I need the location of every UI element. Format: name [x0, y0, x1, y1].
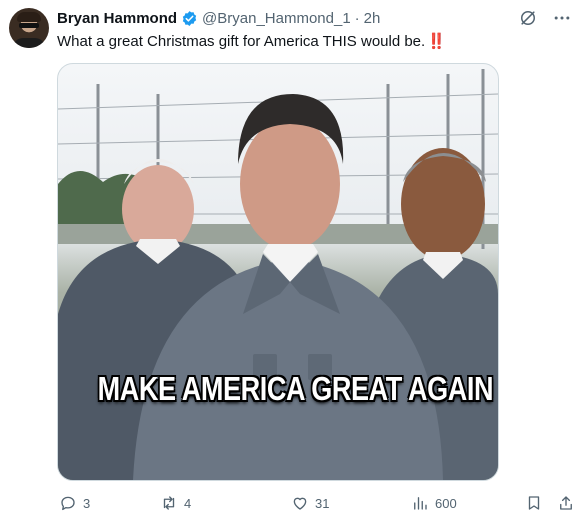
bookmark-icon — [528, 496, 540, 510]
views-button[interactable]: 600 — [411, 494, 457, 512]
tweet-image[interactable]: MAKE AMERICA GREAT AGAIN — [57, 63, 499, 481]
share-button[interactable] — [557, 494, 575, 512]
tweet-header: Bryan Hammond @Bryan_Hammond_1 · 2h — [57, 8, 380, 28]
bookmark-button[interactable] — [525, 494, 543, 512]
retweet-icon — [163, 496, 175, 510]
tweet-text: What a great Christmas gift for America … — [57, 32, 446, 52]
avatar[interactable] — [9, 8, 49, 48]
views-count: 600 — [435, 495, 457, 511]
avatar-hair — [17, 12, 41, 22]
like-icon — [293, 497, 307, 510]
header-actions — [518, 8, 572, 28]
prison-photo-illustration — [58, 69, 498, 480]
reply-count: 3 — [83, 495, 91, 511]
avatar-shirt — [13, 38, 45, 48]
verified-badge-icon — [182, 10, 197, 26]
action-bar: 3 4 31 600 — [57, 494, 572, 516]
grok-icon[interactable] — [518, 8, 538, 28]
views-icon — [414, 497, 427, 510]
reply-button[interactable]: 3 — [59, 494, 90, 512]
more-icon[interactable] — [552, 8, 572, 28]
reply-icon — [61, 496, 75, 511]
tweet-body: What a great Christmas gift for America … — [57, 33, 426, 50]
avatar-glasses — [19, 23, 39, 28]
timestamp[interactable]: 2h — [364, 10, 381, 27]
separator-dot: · — [354, 9, 360, 27]
like-button[interactable]: 31 — [291, 494, 329, 512]
retweet-count: 4 — [184, 495, 192, 511]
retweet-button[interactable]: 4 — [160, 494, 191, 512]
author-handle[interactable]: @Bryan_Hammond_1 — [202, 10, 351, 27]
double-exclamation-emoji: ‼️ — [427, 33, 446, 50]
meme-caption: MAKE AMERICA GREAT AGAIN — [97, 370, 494, 407]
author-name[interactable]: Bryan Hammond — [57, 10, 177, 27]
like-count: 31 — [315, 495, 330, 511]
share-icon — [560, 496, 572, 510]
